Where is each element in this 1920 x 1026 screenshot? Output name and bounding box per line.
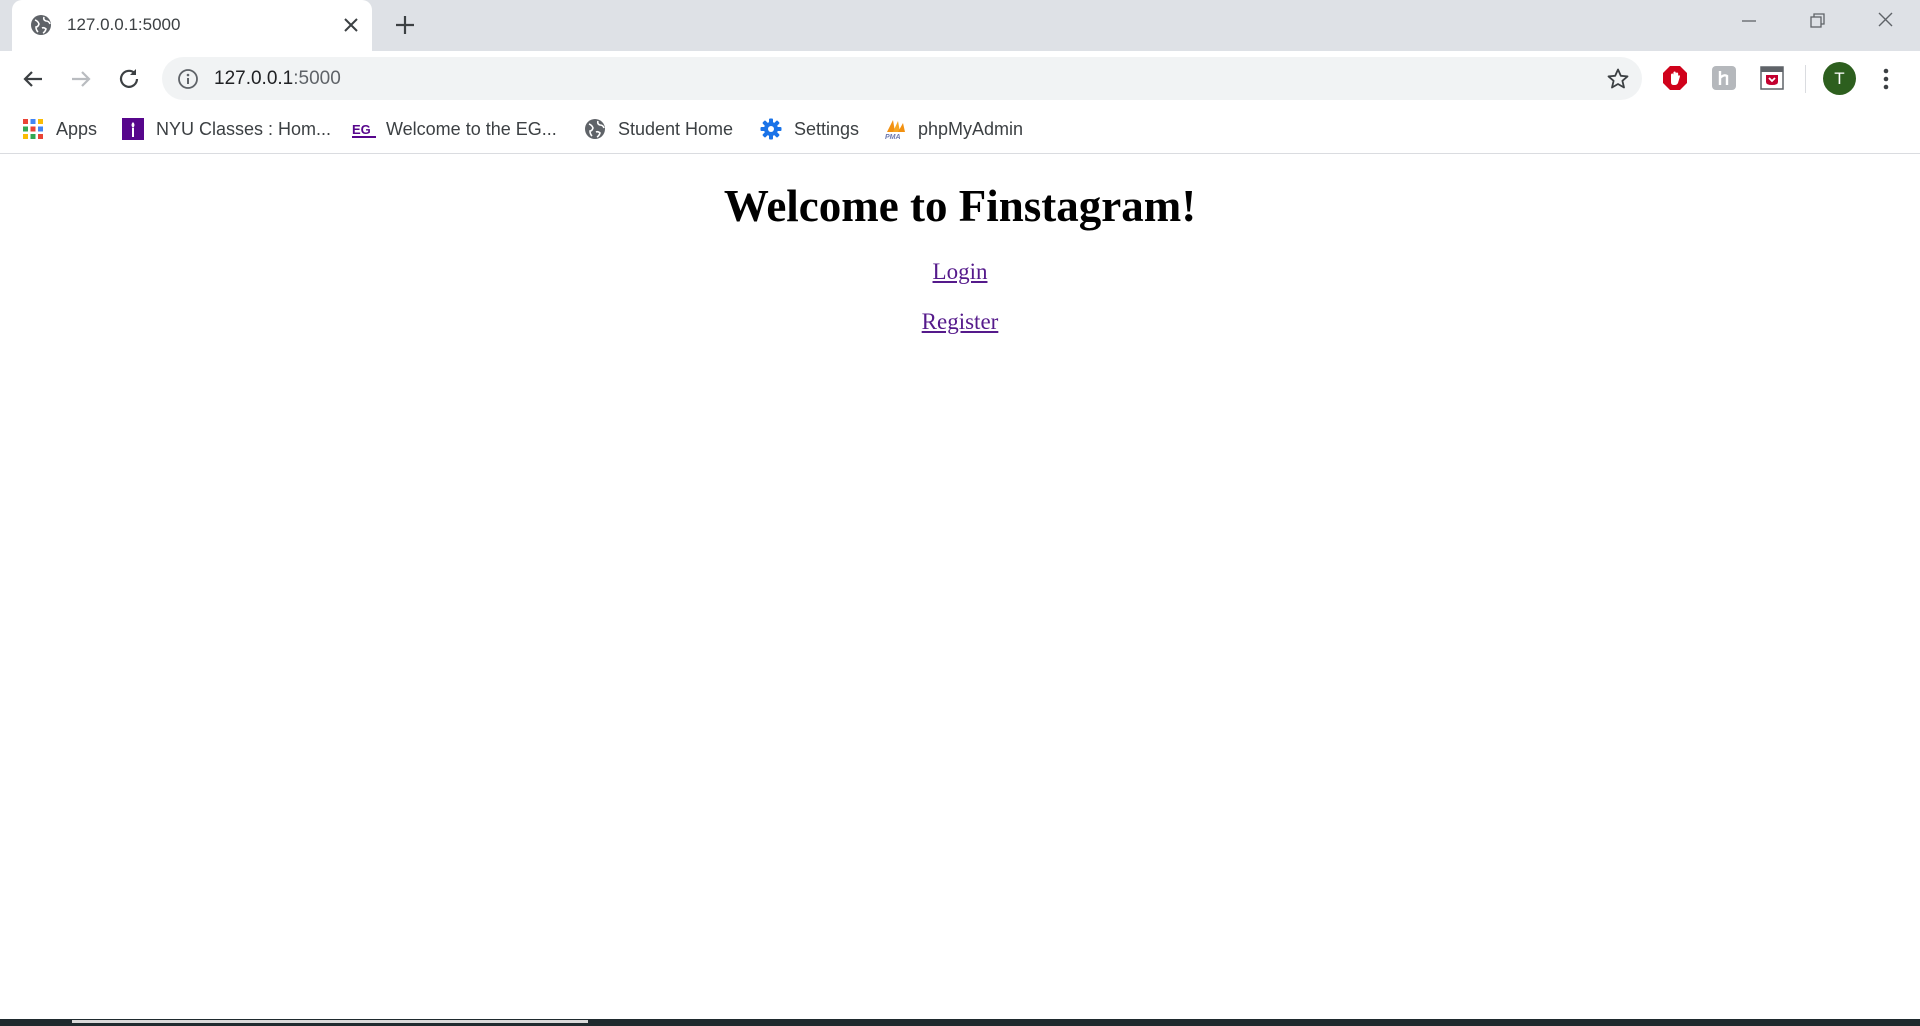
bookmark-star-icon[interactable] (1606, 67, 1630, 91)
bookmark-apps[interactable]: Apps (22, 114, 97, 144)
register-link-row: Register (0, 309, 1920, 335)
register-link[interactable]: Register (922, 309, 999, 334)
gear-icon (760, 118, 782, 140)
url-text[interactable]: 127.0.0.1:5000 (214, 68, 341, 90)
address-bar[interactable]: 127.0.0.1:5000 (162, 57, 1642, 100)
toolbar-separator (1805, 65, 1806, 93)
back-arrow-icon[interactable] (18, 64, 48, 94)
tab-strip: 127.0.0.1:5000 (0, 0, 1920, 51)
page-heading: Welcome to Finstagram! (723, 181, 1197, 231)
taskbar-highlight (72, 1020, 588, 1023)
login-link[interactable]: Login (933, 259, 988, 284)
login-link-row: Login (0, 259, 1920, 285)
restore-icon[interactable] (1802, 10, 1832, 32)
bookmark-label: Student Home (618, 118, 734, 139)
page-content: Welcome to Finstagram! Login Register (0, 154, 1920, 1019)
profile-avatar[interactable]: T (1823, 62, 1856, 95)
browser-tab[interactable]: 127.0.0.1:5000 (12, 0, 372, 51)
forward-arrow-icon[interactable] (66, 64, 96, 94)
bookmark-nyu-classes[interactable]: NYU Classes : Hom... (122, 114, 331, 144)
adblock-extension-icon[interactable] (1661, 64, 1689, 92)
close-window-icon[interactable] (1870, 10, 1900, 32)
info-icon[interactable] (177, 68, 199, 90)
close-tab-icon[interactable] (340, 14, 362, 36)
pma-logo-icon: PMA (884, 118, 906, 141)
bookmark-student-home[interactable]: Student Home (584, 114, 733, 144)
new-tab-icon[interactable] (392, 12, 418, 38)
bookmark-eg[interactable]: EG Welcome to the EG... (352, 114, 557, 144)
bookmarks-bar: Apps NYU Classes : Hom... EG Welcome to … (0, 106, 1920, 154)
svg-text:PMA: PMA (885, 134, 901, 140)
bookmark-label: NYU Classes : Hom... (156, 118, 332, 139)
url-port: :5000 (293, 68, 341, 89)
browser-toolbar: 127.0.0.1:5000 T (0, 51, 1920, 106)
globe-icon (584, 118, 606, 140)
nyu-torch-icon (122, 118, 144, 140)
tab-title: 127.0.0.1:5000 (67, 15, 181, 34)
globe-icon (30, 14, 52, 36)
grey-extension-icon[interactable] (1710, 64, 1738, 92)
bookmark-label: Welcome to the EG... (386, 118, 557, 139)
svg-text:EG: EG (352, 122, 371, 137)
bookmark-label: phpMyAdmin (918, 118, 1024, 139)
bookmark-phpmyadmin[interactable]: PMA phpMyAdmin (884, 114, 1023, 144)
eg-logo-icon: EG (352, 118, 376, 140)
bookmark-label: Settings (794, 118, 860, 139)
taskbar-strip (0, 1019, 1920, 1026)
bookmark-settings[interactable]: Settings (760, 114, 859, 144)
bookmark-label: Apps (56, 118, 98, 139)
more-menu-icon[interactable] (1874, 64, 1898, 94)
url-host: 127.0.0.1 (214, 68, 294, 89)
pocket-extension-icon[interactable] (1758, 64, 1786, 92)
apps-grid-icon (22, 118, 44, 140)
reload-icon[interactable] (114, 64, 144, 94)
minimize-icon[interactable] (1734, 10, 1764, 32)
